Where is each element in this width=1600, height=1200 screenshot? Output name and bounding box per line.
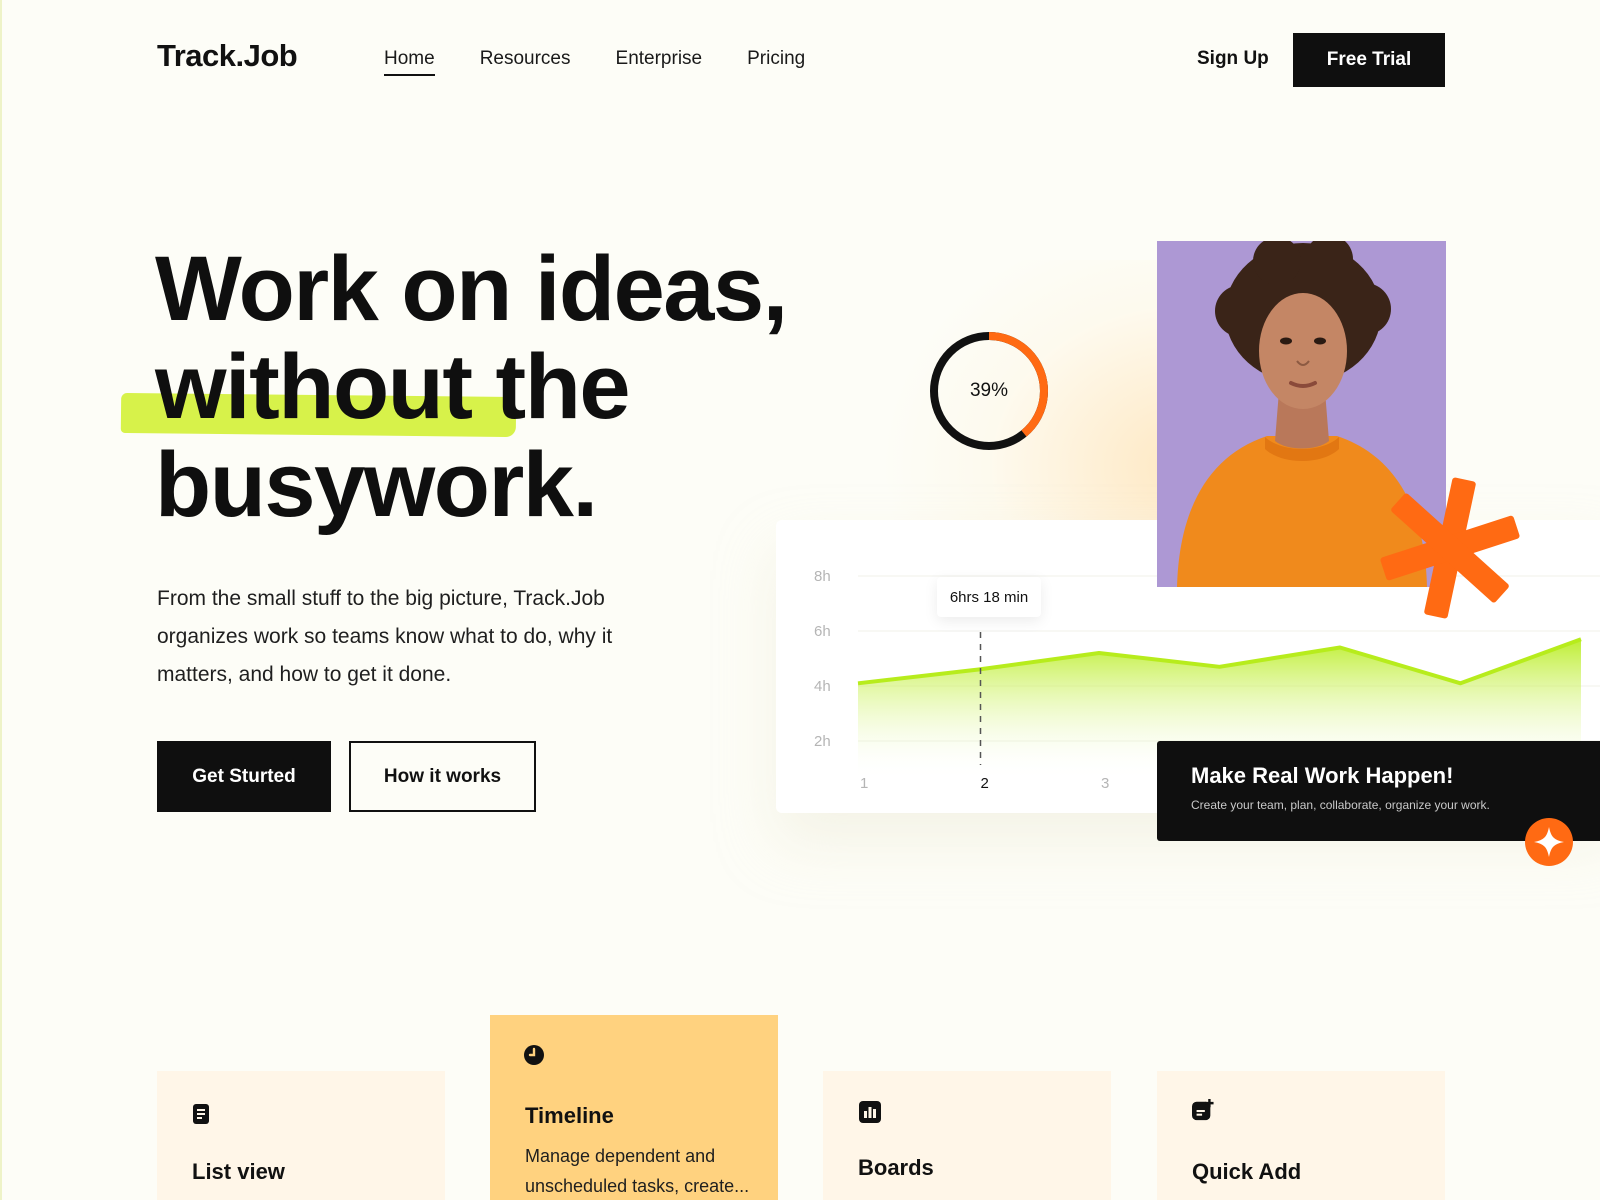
hero-title-highlighted-word: without [155,336,473,438]
landing-page: Track.Job Home Resources Enterprise Pric… [0,0,1600,1200]
bar-chart-icon [859,1101,881,1123]
nav-item-resources[interactable]: Resources [480,48,571,76]
x-tick-label: 1 [860,775,868,792]
page-edge-line [0,0,2,1200]
promo-subtitle: Create your team, plan, collaborate, org… [1191,798,1490,812]
nav-item-pricing[interactable]: Pricing [747,48,805,76]
nav-item-enterprise[interactable]: Enterprise [616,48,703,76]
y-tick-label: 2h [814,733,831,750]
x-tick-label: 2 [981,775,989,792]
chart-tooltip: 6hrs 18 min [937,577,1041,617]
hero-description: From the small stuff to the big picture,… [157,587,613,686]
feature-title: Boards [858,1155,934,1180]
list-icon [193,1104,209,1124]
y-tick-label: 4h [814,678,831,695]
promo-title: Make Real Work Happen! [1191,763,1454,788]
nav-item-home[interactable]: Home [384,48,435,76]
note-add-icon [1192,1099,1214,1121]
hero-title-line-3: busywork. [155,434,598,536]
feature-title: Quick Add [1192,1159,1302,1184]
clock-icon [524,1045,544,1065]
y-tick-label: 8h [814,568,831,585]
brand-logo[interactable]: Track.Job [157,38,298,74]
hero-title-line-2-rest: the [471,336,631,438]
feature-card-quick-add[interactable]: Quick Add [1157,1071,1445,1200]
x-tick-label: 3 [1101,775,1109,792]
feature-card-timeline[interactable]: Timeline Manage dependent and unschedule… [490,1015,778,1200]
sign-up-link[interactable]: Sign Up [1197,48,1269,70]
get-started-button[interactable]: Get Sturted [157,741,331,812]
how-it-works-button[interactable]: How it works [349,741,536,812]
hero-title: Work on ideas, without the busywork. [155,238,788,536]
feature-card-list-view[interactable]: List view [157,1071,445,1200]
feature-card-boards[interactable]: Boards [823,1071,1111,1200]
hero-title-line-2: without the [155,338,787,436]
sparkle-badge-icon [1525,818,1573,866]
feature-description: Manage dependent and unscheduled tasks, … [525,1146,750,1196]
feature-title: List view [192,1159,285,1184]
free-trial-button[interactable]: Free Trial [1293,33,1445,87]
main-nav: Home Resources Enterprise Pricing [384,48,850,76]
y-tick-label: 6h [814,623,831,640]
asterisk-decoration-icon [1380,477,1520,619]
feature-title: Timeline [525,1103,614,1128]
progress-value-label: 39% [969,380,1009,401]
hero-title-line-1: Work on ideas, [155,238,788,340]
